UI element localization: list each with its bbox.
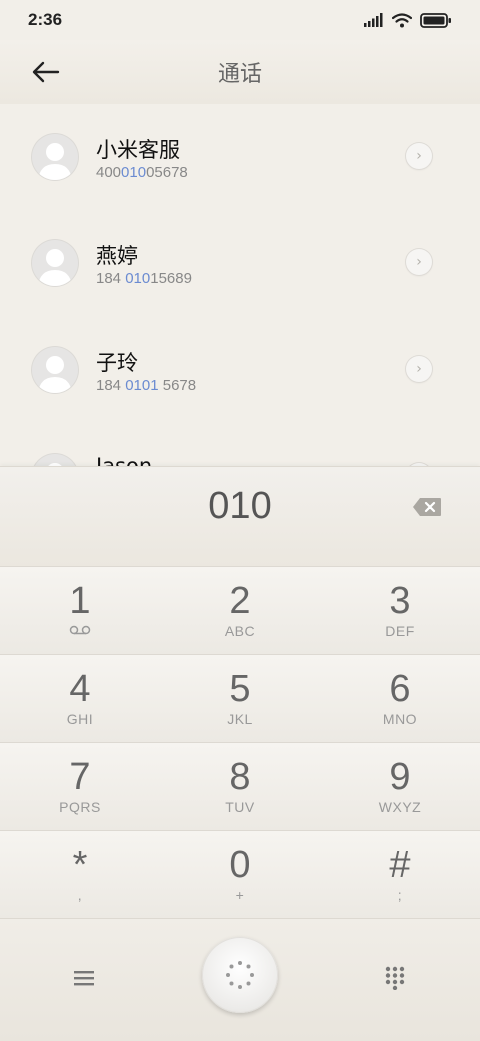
dial-input-panel: 010 [0, 466, 480, 567]
key-5[interactable]: 5 JKL [160, 654, 320, 742]
status-time: 2:36 [28, 10, 63, 29]
key-letters: ABC [224, 623, 256, 639]
key-letters: JKL [227, 711, 253, 727]
status-icons [364, 12, 452, 28]
key-7[interactable]: 7 PQRS [0, 742, 160, 830]
contact-number: 184 01015689 [96, 270, 192, 287]
backspace-icon [413, 498, 441, 516]
key-letters: DEF [385, 623, 415, 639]
avatar [32, 134, 78, 180]
key-letters: MNO [382, 711, 418, 727]
number-part: 184 [96, 270, 126, 287]
key-8[interactable]: 8 TUV [160, 742, 320, 830]
menu-button[interactable] [66, 963, 102, 993]
key-digit: 4 [69, 668, 91, 710]
contact-name: Jason [96, 454, 153, 466]
number-part: 15689 [150, 270, 192, 287]
contact-number: 40001005678 [96, 164, 188, 181]
avatar [32, 347, 78, 393]
contact-name: 子玲 [96, 351, 138, 375]
contact-name: 燕婷 [96, 244, 138, 268]
key-star[interactable]: * , [0, 830, 160, 918]
person-icon [48, 463, 62, 466]
voicemail-icon [69, 625, 91, 635]
key-2[interactable]: 2 ABC [160, 566, 320, 654]
avatar [32, 240, 78, 286]
person-icon [38, 249, 72, 286]
key-letters: + [235, 887, 245, 903]
key-digit: 2 [229, 580, 251, 622]
key-9[interactable]: 9 WXYZ [320, 742, 480, 830]
contact-detail-button[interactable]: › [406, 143, 432, 169]
keypad-toggle-button[interactable] [378, 963, 412, 993]
menu-icon [74, 971, 94, 986]
key-4[interactable]: 4 GHI [0, 654, 160, 742]
person-icon [38, 143, 72, 180]
contact-detail-button[interactable]: › [406, 249, 432, 275]
contact-list: 小米客服 40001005678 › 燕婷 184 01015689 › 子玲 … [0, 104, 480, 466]
number-part: 05678 [146, 164, 188, 181]
contact-number: 184 0101 5678 [96, 377, 196, 394]
chevron-right-icon: › [416, 148, 422, 164]
number-match: 010 [125, 270, 151, 287]
status-bar: 2:36 [0, 0, 480, 40]
dial-keypad: 1 2 ABC 3 DEF 4 GHI 5 JKL 6 MNO 7 PQRS 8… [0, 566, 480, 918]
contact-item[interactable]: 燕婷 184 01015689 › [0, 210, 480, 316]
wifi-icon [392, 12, 412, 27]
contact-name: 小米客服 [96, 138, 180, 162]
key-digit: 9 [389, 756, 411, 798]
dial-icon [226, 961, 254, 989]
battery-icon [420, 12, 451, 28]
key-digit: 3 [389, 580, 411, 622]
person-icon [38, 356, 72, 393]
number-match: 0101 [125, 377, 159, 394]
chevron-right-icon: › [416, 361, 422, 377]
dialed-number[interactable]: 010 [0, 485, 480, 528]
key-letters: GHI [66, 711, 94, 727]
key-letters: PQRS [59, 799, 101, 815]
key-hash[interactable]: # ; [320, 830, 480, 918]
key-digit: 0 [229, 844, 251, 886]
contact-detail-button[interactable]: › [406, 356, 432, 382]
app-header: 通话 [0, 40, 480, 104]
avatar [32, 454, 78, 466]
contact-item[interactable]: 子玲 184 0101 5678 › [0, 317, 480, 423]
arrow-left-icon [32, 61, 60, 83]
key-letters: ; [397, 887, 403, 903]
page-title: 通话 [217, 62, 262, 87]
key-digit: 8 [229, 756, 251, 798]
key-digit: 5 [229, 668, 251, 710]
bottom-bar [0, 918, 480, 1041]
signal-icon [364, 13, 383, 27]
contact-item[interactable]: Jason › [0, 424, 480, 466]
dial-button[interactable] [202, 937, 278, 1013]
backspace-button[interactable] [412, 497, 442, 517]
number-match: 010 [121, 164, 147, 181]
key-digit: * [72, 844, 88, 886]
number-part: 184 [96, 377, 126, 394]
key-0[interactable]: 0 + [160, 830, 320, 918]
key-letters: TUV [225, 799, 255, 815]
key-6[interactable]: 6 MNO [320, 654, 480, 742]
key-digit: 1 [69, 580, 91, 622]
contact-item[interactable]: 小米客服 40001005678 › [0, 104, 480, 210]
key-digit: 6 [389, 668, 411, 710]
back-button[interactable] [28, 54, 64, 90]
key-digit: # [389, 844, 411, 886]
chevron-right-icon: › [416, 254, 422, 270]
number-part: 400 [96, 164, 122, 181]
keypad-icon [385, 966, 405, 990]
key-digit: 7 [69, 756, 91, 798]
key-letters: WXYZ [378, 799, 422, 815]
key-1[interactable]: 1 [0, 566, 160, 654]
number-part: 5678 [158, 377, 197, 394]
key-letters: , [77, 887, 83, 903]
key-3[interactable]: 3 DEF [320, 566, 480, 654]
